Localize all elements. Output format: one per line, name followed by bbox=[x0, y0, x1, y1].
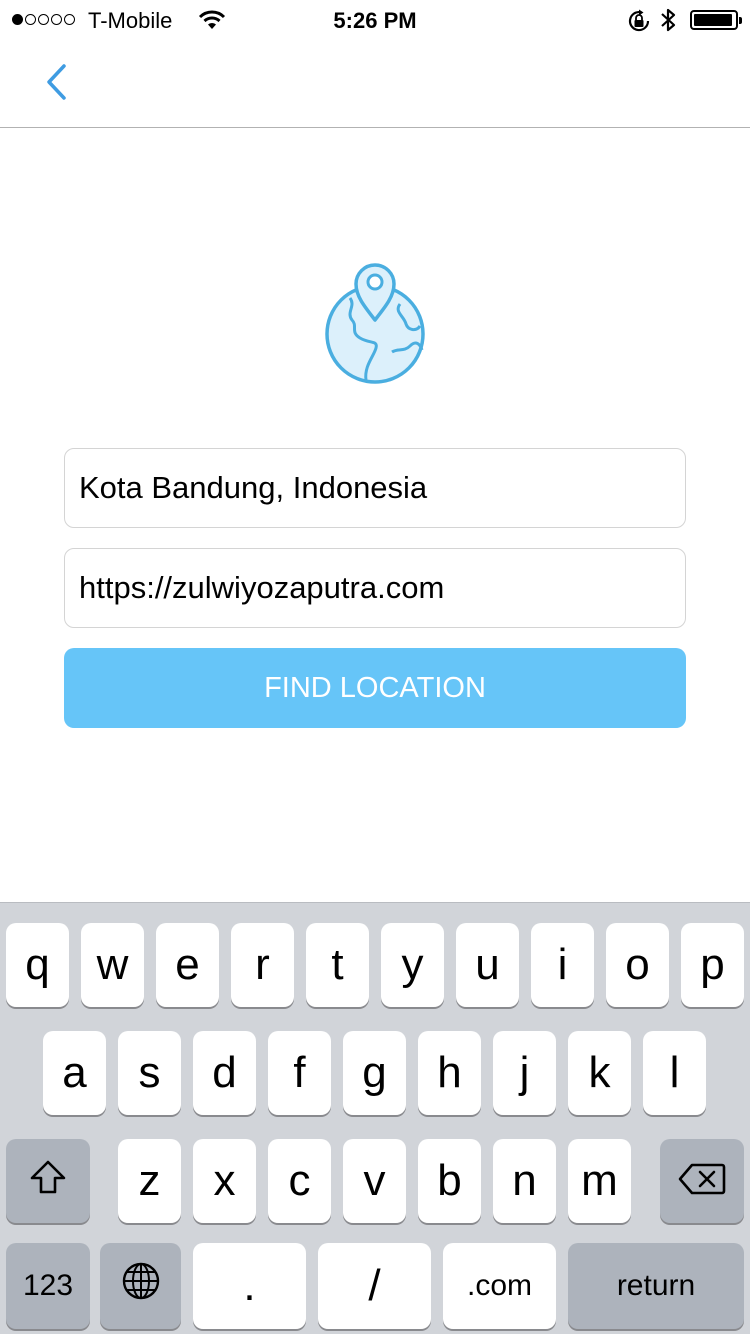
globe-location-pin-icon bbox=[320, 254, 430, 391]
key-y[interactable]: y bbox=[381, 923, 444, 1007]
location-input[interactable] bbox=[65, 449, 685, 527]
key-t[interactable]: t bbox=[306, 923, 369, 1007]
shift-key[interactable] bbox=[6, 1139, 90, 1223]
navigation-bar bbox=[0, 40, 750, 128]
back-button[interactable] bbox=[36, 60, 76, 108]
key-q[interactable]: q bbox=[6, 923, 69, 1007]
delete-key[interactable] bbox=[660, 1139, 744, 1223]
globe-key[interactable] bbox=[100, 1243, 181, 1329]
return-key[interactable]: return bbox=[568, 1243, 744, 1329]
key-b[interactable]: b bbox=[418, 1139, 481, 1223]
key-m[interactable]: m bbox=[568, 1139, 631, 1223]
key-n[interactable]: n bbox=[493, 1139, 556, 1223]
key-d[interactable]: d bbox=[193, 1031, 256, 1115]
key-g[interactable]: g bbox=[343, 1031, 406, 1115]
website-input[interactable] bbox=[65, 549, 685, 627]
dotcom-key[interactable]: .com bbox=[443, 1243, 556, 1329]
bluetooth-icon bbox=[660, 7, 676, 38]
key-w[interactable]: w bbox=[81, 923, 144, 1007]
key-p[interactable]: p bbox=[681, 923, 744, 1007]
key-l[interactable]: l bbox=[643, 1031, 706, 1115]
key-k[interactable]: k bbox=[568, 1031, 631, 1115]
backspace-icon bbox=[678, 1156, 726, 1206]
status-bar: T-Mobile 5:26 PM bbox=[0, 0, 750, 40]
period-key[interactable]: . bbox=[193, 1243, 306, 1329]
key-s[interactable]: s bbox=[118, 1031, 181, 1115]
orientation-lock-icon bbox=[626, 9, 652, 38]
find-location-button[interactable]: FIND LOCATION bbox=[64, 648, 686, 728]
key-x[interactable]: x bbox=[193, 1139, 256, 1223]
slash-key[interactable]: / bbox=[318, 1243, 431, 1329]
key-h[interactable]: h bbox=[418, 1031, 481, 1115]
globe-icon bbox=[121, 1261, 161, 1312]
keyboard: q w e r t y u i o p a s d f g h j k l z … bbox=[0, 902, 750, 1334]
key-a[interactable]: a bbox=[43, 1031, 106, 1115]
location-field[interactable] bbox=[64, 448, 686, 528]
key-i[interactable]: i bbox=[531, 923, 594, 1007]
key-u[interactable]: u bbox=[456, 923, 519, 1007]
key-o[interactable]: o bbox=[606, 923, 669, 1007]
key-e[interactable]: e bbox=[156, 923, 219, 1007]
battery-icon bbox=[690, 10, 742, 30]
key-j[interactable]: j bbox=[493, 1031, 556, 1115]
key-c[interactable]: c bbox=[268, 1139, 331, 1223]
numbers-key[interactable]: 123 bbox=[6, 1243, 90, 1329]
shift-arrow-icon bbox=[28, 1156, 68, 1206]
key-r[interactable]: r bbox=[231, 923, 294, 1007]
key-f[interactable]: f bbox=[268, 1031, 331, 1115]
website-field[interactable] bbox=[64, 548, 686, 628]
key-v[interactable]: v bbox=[343, 1139, 406, 1223]
chevron-left-icon bbox=[44, 63, 68, 106]
key-z[interactable]: z bbox=[118, 1139, 181, 1223]
